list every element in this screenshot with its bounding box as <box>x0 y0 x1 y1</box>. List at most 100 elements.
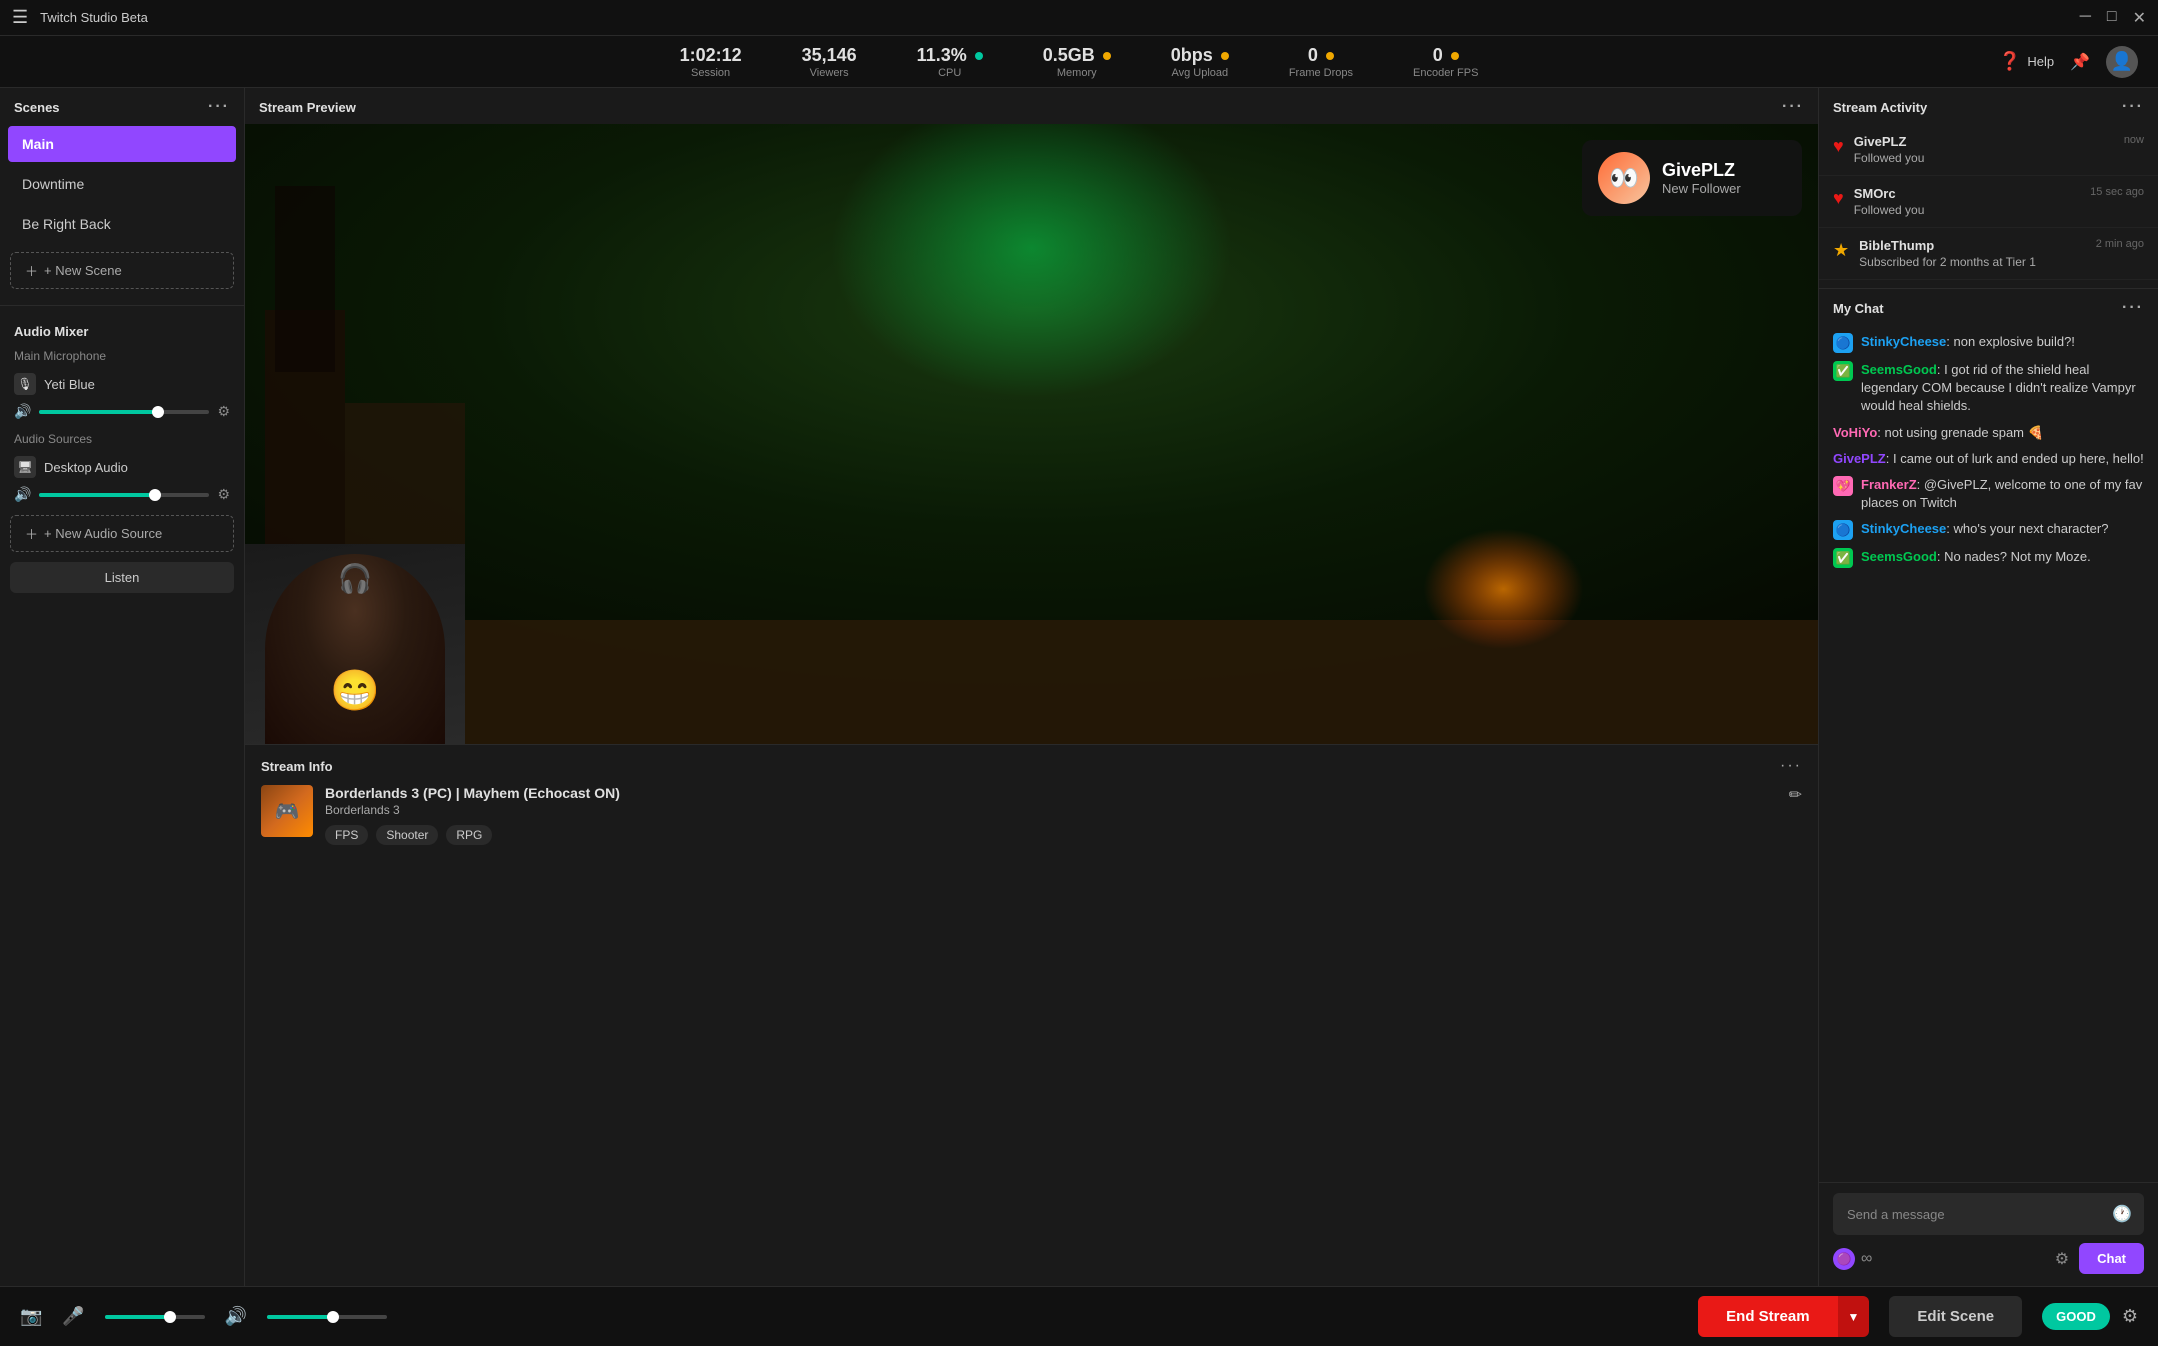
scenes-title: Scenes <box>14 100 60 115</box>
chat-badge-5: 💖 <box>1833 476 1853 496</box>
help-label: Help <box>2027 54 2054 69</box>
chat-actions: ⚙ Chat <box>2055 1243 2144 1274</box>
avatar[interactable]: 👤 <box>2106 46 2138 78</box>
star-icon-biblethump: ★ <box>1833 240 1849 261</box>
activity-item-smorc: ♥ SMOrc Followed you 15 sec ago <box>1819 176 2158 228</box>
bottom-settings-icon[interactable]: ⚙ <box>2122 1306 2138 1327</box>
chat-badge-1: 🔵 <box>1833 333 1853 353</box>
framedrops-status-dot <box>1326 52 1334 60</box>
bottom-volume-fill-1 <box>105 1315 170 1319</box>
close-button[interactable]: ✕ <box>2133 8 2146 28</box>
follower-info: GivePLZ New Follower <box>1662 160 1741 196</box>
minimize-button[interactable]: ─ <box>2080 8 2091 28</box>
tag-shooter: Shooter <box>376 825 438 845</box>
stream-info-content: 🎮 Borderlands 3 (PC) | Mayhem (Echocast … <box>261 785 1802 845</box>
stream-activity-header: Stream Activity ··· <box>1819 88 2158 124</box>
activity-item-giveplz: ♥ GivePLZ Followed you now <box>1819 124 2158 176</box>
scene-item-downtime[interactable]: Downtime <box>8 166 236 202</box>
encoderfps-status-dot <box>1451 52 1459 60</box>
follower-emoji: 👀 <box>1609 164 1639 193</box>
speaker-icon[interactable]: 🔊 <box>225 1306 247 1327</box>
desktop-audio-volume-slider[interactable] <box>39 493 209 497</box>
chat-header: My Chat ··· <box>1819 289 2158 325</box>
stream-game-title: Borderlands 3 (PC) | Mayhem (Echocast ON… <box>325 785 1777 801</box>
stat-viewers: 35,146 Viewers <box>802 45 857 79</box>
bottom-volume-thumb-2 <box>327 1311 339 1323</box>
upload-status-dot <box>1221 52 1229 60</box>
game-background: 👀 GivePLZ New Follower 🎧 😁 <box>245 124 1818 744</box>
chat-send-button[interactable]: Chat <box>2079 1243 2144 1274</box>
center-content: Stream Preview ··· <box>245 88 1818 1286</box>
bottom-volume-slider-2[interactable] <box>267 1315 387 1319</box>
stream-info-title: Stream Info <box>261 759 333 774</box>
stat-frame-drops: 0 Frame Drops <box>1289 45 1353 79</box>
plus-icon: ＋ <box>25 261 38 280</box>
title-bar: ☰ Twitch Studio Beta ─ □ ✕ <box>0 0 2158 36</box>
microphone-volume-thumb <box>152 406 164 418</box>
desktop-audio-device-name: Desktop Audio <box>44 460 128 475</box>
chat-input-placeholder: Send a message <box>1847 1207 1945 1222</box>
chat-menu[interactable]: ··· <box>2122 299 2144 317</box>
end-stream-dropdown-button[interactable]: ▼ <box>1838 1296 1870 1337</box>
cpu-status-dot <box>975 52 983 60</box>
stream-activity-menu[interactable]: ··· <box>2122 98 2144 116</box>
pin-icon[interactable]: 📌 <box>2070 52 2090 72</box>
chat-username-7: SeemsGood <box>1861 549 1937 564</box>
stream-activity-title: Stream Activity <box>1833 100 1927 115</box>
scene-item-main[interactable]: Main <box>8 126 236 162</box>
chat-user-row: 🟣 ∞ <box>1833 1248 1872 1270</box>
chat-bottom-row: 🟣 ∞ ⚙ Chat <box>1833 1243 2144 1274</box>
scene-item-be-right-back[interactable]: Be Right Back <box>8 206 236 242</box>
microphone-device-icon: 🎙 <box>14 373 36 395</box>
desktop-audio-volume-row: 🔊 ⚙ <box>0 482 244 511</box>
chat-emoji-button[interactable]: 🕐 <box>2112 1204 2132 1224</box>
activity-body-smorc: SMOrc Followed you <box>1854 186 2080 217</box>
end-stream-button[interactable]: End Stream <box>1698 1296 1837 1337</box>
stream-details: Borderlands 3 (PC) | Mayhem (Echocast ON… <box>325 785 1777 845</box>
stream-info-menu[interactable]: ··· <box>1780 757 1802 775</box>
chat-username-5: FrankerZ <box>1861 477 1917 492</box>
game-thumbnail: 🎮 <box>261 785 313 837</box>
webcam-person: 🎧 😁 <box>265 554 445 744</box>
stat-cpu: 11.3% CPU <box>917 45 983 79</box>
main-microphone-label: Main Microphone <box>0 345 244 369</box>
mic-icon: 🎙 <box>17 377 32 391</box>
chat-input-box[interactable]: Send a message 🕐 <box>1833 1193 2144 1235</box>
activity-body-biblethump: BibleThump Subscribed for 2 months at Ti… <box>1859 238 2086 269</box>
desktop-audio-settings-icon[interactable]: ⚙ <box>217 486 230 503</box>
chat-section: My Chat ··· 🔵 StinkyCheese: non explosiv… <box>1819 289 2158 1286</box>
plus-icon-audio: ＋ <box>25 524 38 543</box>
help-button[interactable]: ❓ Help <box>1999 51 2054 72</box>
stream-info-header: Stream Info ··· <box>261 757 1802 775</box>
bottom-volume-slider-1[interactable] <box>105 1315 205 1319</box>
microphone-bottom-icon[interactable]: 🎤 <box>62 1306 84 1327</box>
listen-button[interactable]: Listen <box>10 562 234 593</box>
stream-preview-menu[interactable]: ··· <box>1782 98 1804 116</box>
webcam-overlay: 🎧 😁 <box>245 544 465 744</box>
stream-activity-section: Stream Activity ··· ♥ GivePLZ Followed y… <box>1819 88 2158 289</box>
good-status-badge: GOOD <box>2042 1303 2110 1330</box>
activity-body-giveplz: GivePLZ Followed you <box>1854 134 2114 165</box>
new-audio-source-button[interactable]: ＋ + New Audio Source <box>10 515 234 552</box>
bottom-right-actions: GOOD ⚙ <box>2042 1303 2138 1330</box>
chat-input-area: Send a message 🕐 🟣 ∞ ⚙ Chat <box>1819 1182 2158 1286</box>
menu-icon[interactable]: ☰ <box>12 7 28 28</box>
maximize-button[interactable]: □ <box>2107 8 2117 28</box>
audio-sources-label: Audio Sources <box>0 428 244 452</box>
camera-icon[interactable]: 📷 <box>20 1306 42 1327</box>
scenes-section-header: Scenes ··· <box>0 88 244 124</box>
follower-notification: 👀 GivePLZ New Follower <box>1582 140 1802 216</box>
volume-icon-mic: 🔊 <box>14 403 31 420</box>
microphone-volume-slider[interactable] <box>39 410 209 414</box>
microphone-settings-icon[interactable]: ⚙ <box>217 403 230 420</box>
stats-right-actions: ❓ Help 📌 👤 <box>1999 46 2138 78</box>
desktop-audio-device-icon: 🖥 <box>14 456 36 478</box>
new-scene-button[interactable]: ＋ + New Scene <box>10 252 234 289</box>
chat-settings-icon[interactable]: ⚙ <box>2055 1249 2069 1269</box>
chat-username-2: SeemsGood <box>1861 362 1937 377</box>
stats-bar: 1:02:12 Session 35,146 Viewers 11.3% CPU… <box>0 36 2158 88</box>
stream-info-edit-button[interactable]: ✏ <box>1789 785 1802 805</box>
scenes-menu-button[interactable]: ··· <box>208 98 230 116</box>
activity-item-biblethump: ★ BibleThump Subscribed for 2 months at … <box>1819 228 2158 280</box>
edit-scene-button[interactable]: Edit Scene <box>1889 1296 2022 1337</box>
